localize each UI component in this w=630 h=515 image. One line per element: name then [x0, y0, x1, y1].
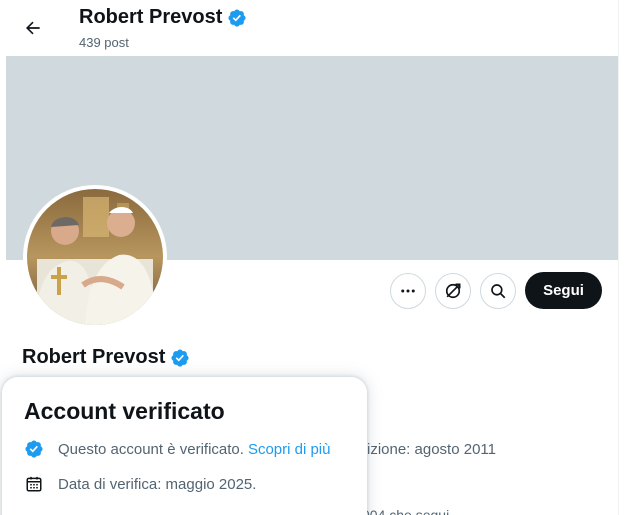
calendar-icon: [24, 474, 44, 494]
header-name-text: Robert Prevost: [79, 6, 223, 28]
verified-account-popover: Account verificato Questo account è veri…: [2, 377, 367, 515]
verified-badge-icon[interactable]: [227, 8, 247, 28]
popover-title: Account verificato: [24, 398, 225, 424]
verified-badge-icon[interactable]: [170, 348, 190, 368]
profile-name: Robert Prevost: [22, 346, 190, 369]
arrow-left-icon: [26, 21, 40, 35]
top-bar: Robert Prevost 439 post: [6, 0, 618, 56]
search-profile-button[interactable]: [480, 273, 516, 309]
header-profile-name: Robert Prevost: [79, 6, 247, 29]
verification-date: Data di verifica: maggio 2025.: [58, 475, 257, 493]
column-divider: [618, 0, 619, 515]
verified-row: Questo account è verificato. Scopri di pi…: [24, 439, 330, 459]
join-date: rizione: agosto 2011: [362, 441, 496, 458]
follow-button[interactable]: Segui: [525, 272, 602, 309]
avatar[interactable]: [23, 185, 167, 329]
verification-date-row: Data di verifica: maggio 2025.: [24, 474, 256, 494]
subscribe-button[interactable]: [435, 273, 471, 309]
profile-name-text: Robert Prevost: [22, 346, 166, 368]
following-count[interactable]: 004 che segui: [362, 507, 449, 515]
more-options-button[interactable]: [390, 273, 426, 309]
learn-more-link[interactable]: Scopri di più: [248, 441, 331, 458]
post-count: 439 post: [79, 35, 129, 50]
back-button[interactable]: [18, 13, 48, 43]
verified-description: Questo account è verificato.: [58, 440, 244, 458]
verified-badge-icon: [24, 439, 44, 459]
more-horizontal-icon: [401, 289, 415, 293]
avatar-photo: [27, 189, 163, 325]
search-icon: [491, 284, 506, 299]
notifications-subscribe-icon: [445, 283, 461, 299]
